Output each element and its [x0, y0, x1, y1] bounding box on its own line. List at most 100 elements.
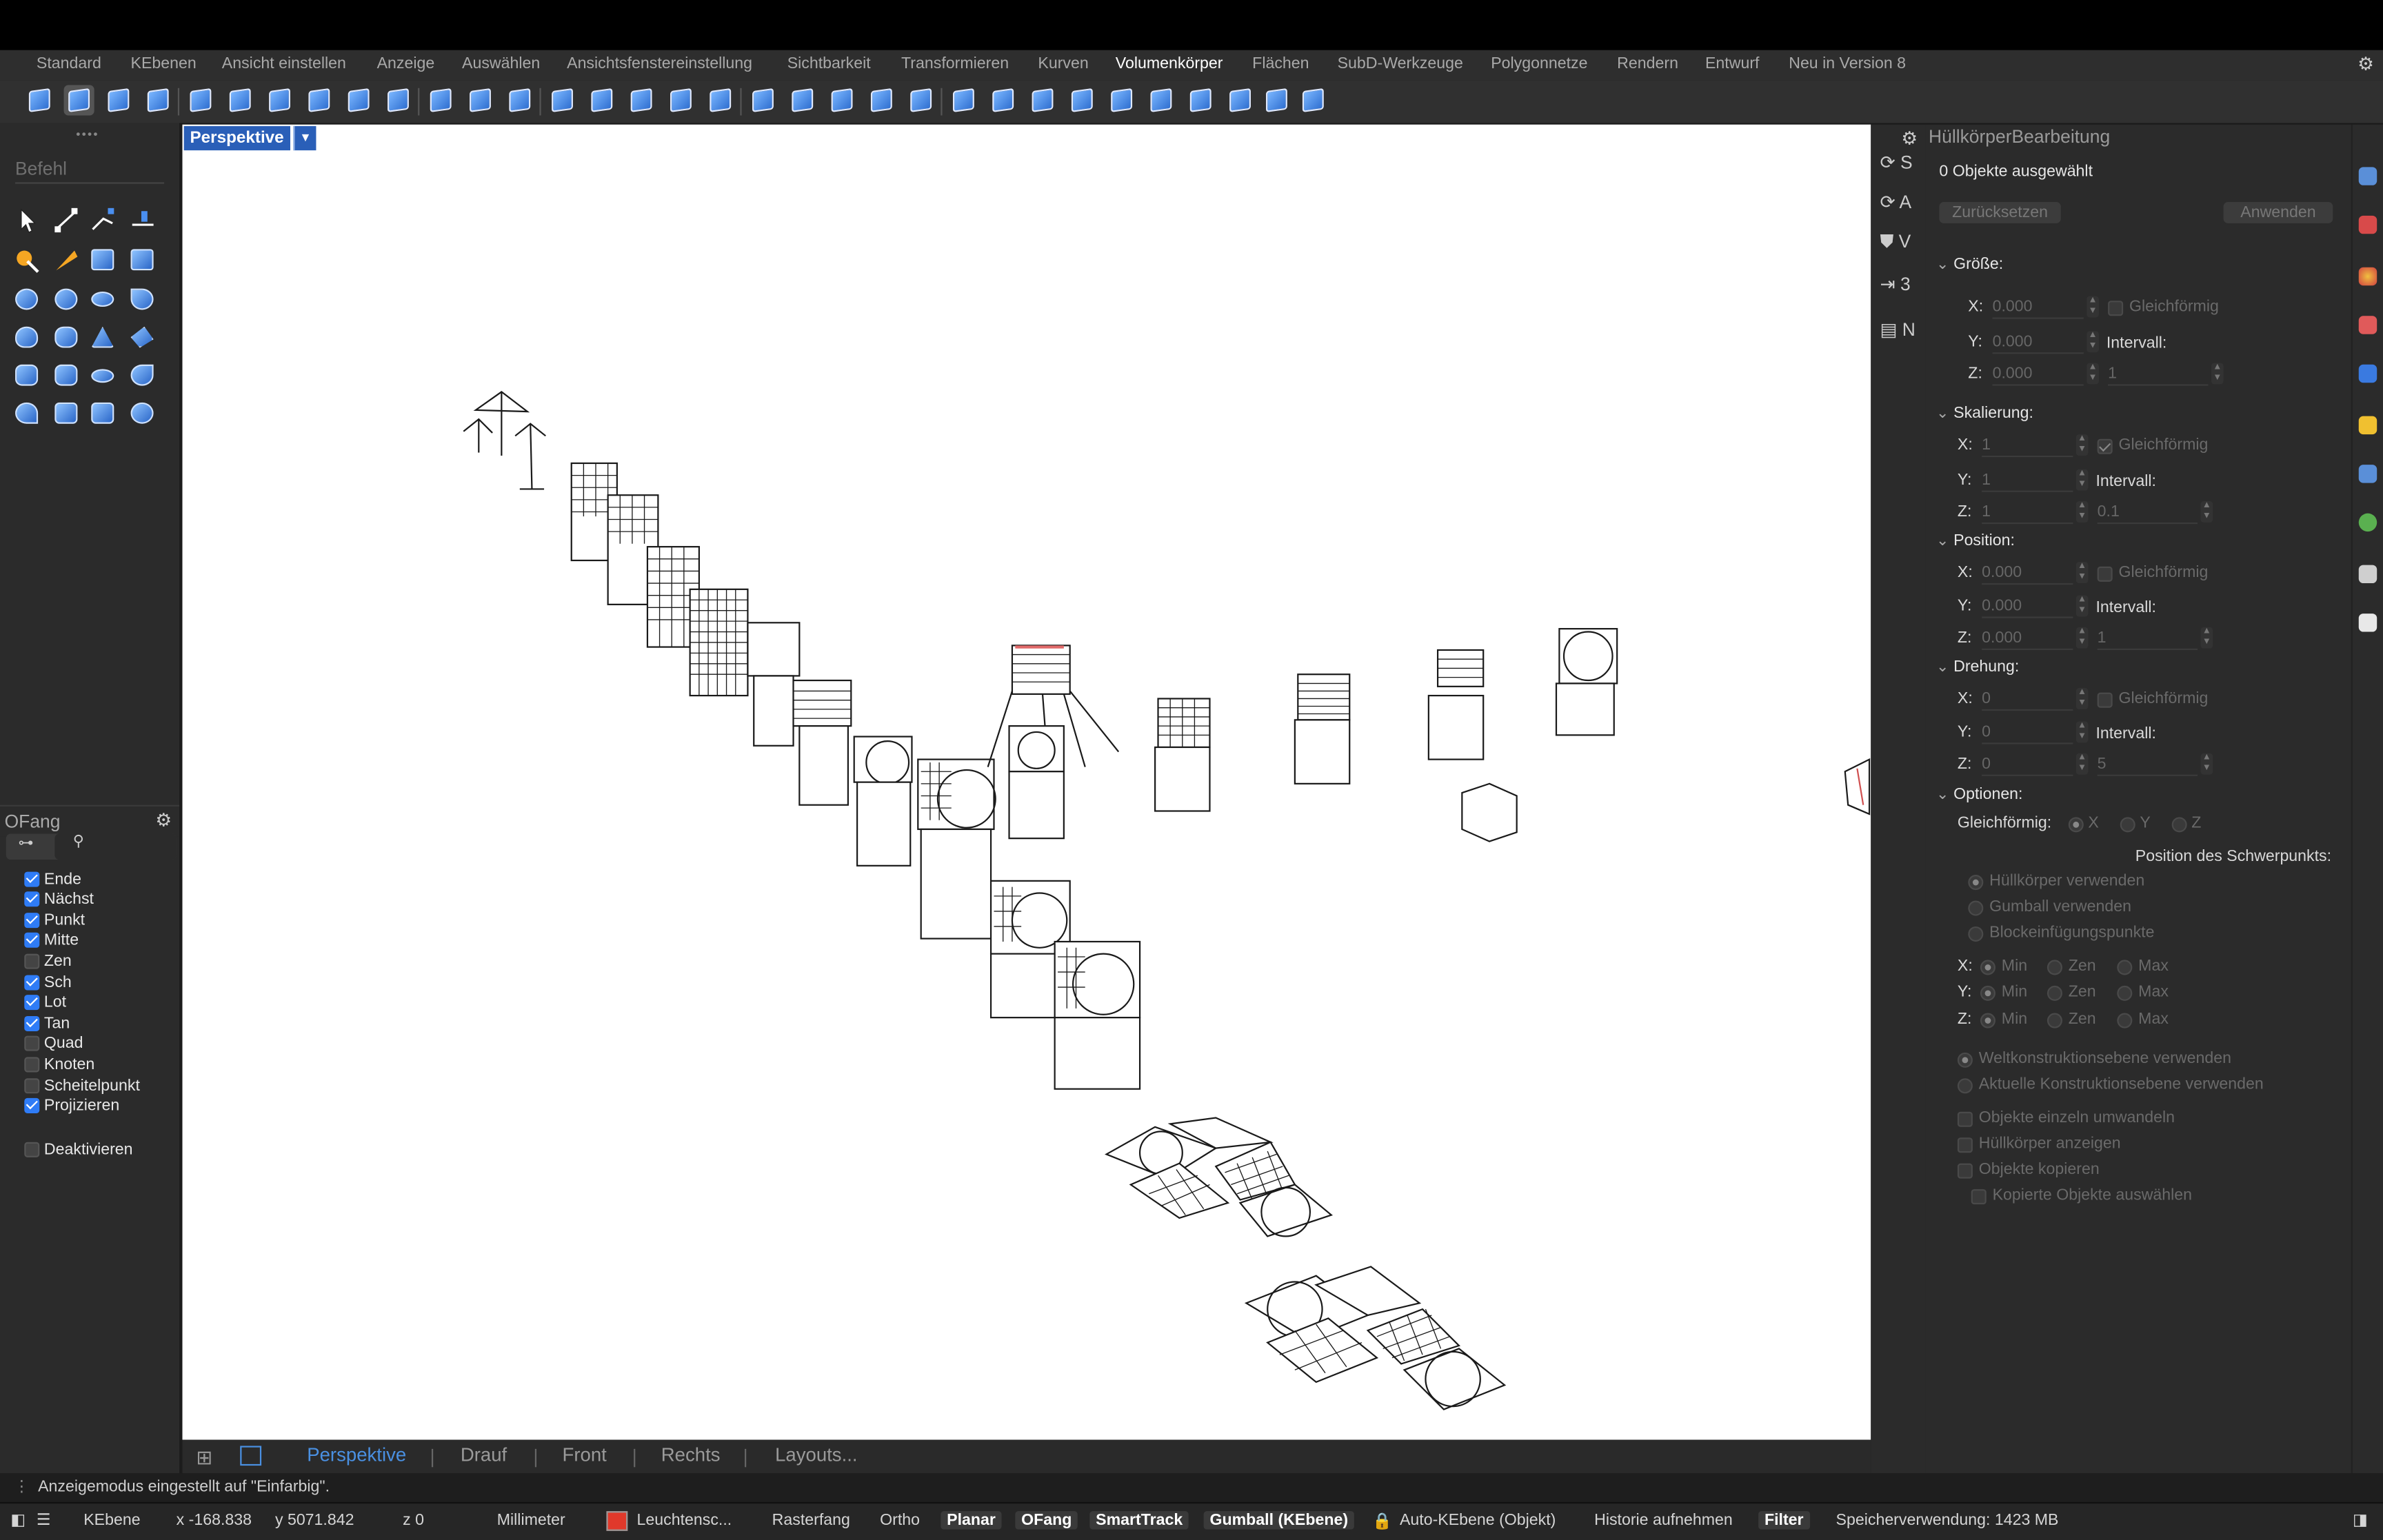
slab-icon[interactable] — [1107, 85, 1137, 115]
tab-ansicht-einstellen[interactable]: Ansicht einstellen — [222, 54, 346, 72]
stepper-icon[interactable]: ▲ ▼ — [2200, 501, 2213, 523]
stepper-icon[interactable]: ▲ ▼ — [2075, 595, 2089, 617]
lights-icon[interactable] — [2358, 416, 2377, 435]
tab-kurven[interactable]: Kurven — [1038, 54, 1088, 72]
tab-layouts[interactable]: Layouts... — [775, 1444, 857, 1466]
tab-rendern[interactable]: Rendern — [1617, 54, 1678, 72]
scale-x-field[interactable]: 1 — [1982, 434, 2073, 458]
materials-icon[interactable] — [2358, 267, 2377, 286]
display-icon[interactable] — [2358, 565, 2377, 584]
panel-toggle-icon[interactable]: ◧ — [10, 1511, 26, 1529]
position-y-field[interactable]: 0.000 — [1982, 596, 2073, 618]
layers-icon[interactable] — [304, 85, 334, 115]
stepper-icon[interactable]: ▲ ▼ — [2075, 721, 2089, 743]
wedge-icon[interactable] — [128, 322, 158, 352]
planar-toggle[interactable]: Planar — [941, 1511, 1002, 1530]
tab-drauf[interactable]: Drauf — [461, 1444, 507, 1466]
centroid-y-min-radio[interactable] — [1980, 985, 1995, 1001]
uniform-x-radio[interactable] — [2068, 817, 2084, 833]
boolean-split-icon[interactable] — [143, 85, 173, 115]
ortho-toggle[interactable]: Ortho — [880, 1511, 920, 1529]
wire-cut-icon[interactable] — [1027, 85, 1058, 115]
move-face-icon[interactable] — [587, 85, 617, 115]
position-uniform-checkbox[interactable] — [2097, 566, 2113, 582]
merge-faces-icon[interactable] — [505, 85, 535, 115]
panel-tab-n[interactable]: ▤ N — [1880, 319, 1915, 341]
size-interval-field[interactable]: 1 — [2108, 363, 2209, 386]
centroid-x-min-radio[interactable] — [1980, 960, 1995, 975]
make-hole-icon[interactable] — [787, 85, 818, 115]
show-bbox-checkbox[interactable] — [1957, 1137, 1973, 1153]
stepper-icon[interactable]: ▲ ▼ — [2087, 331, 2099, 353]
tab-rechts[interactable]: Rechts — [661, 1444, 721, 1466]
centroid-y-max-radio[interactable] — [2117, 985, 2133, 1001]
properties-icon[interactable] — [2358, 167, 2377, 185]
cap-planar-holes-icon[interactable] — [343, 85, 374, 115]
truncated-cone-icon[interactable] — [52, 322, 82, 352]
notes-icon[interactable] — [2358, 614, 2377, 632]
tab-subd-werkzeuge[interactable]: SubD-Werkzeuge — [1338, 54, 1463, 72]
fillet-edge-icon[interactable] — [225, 85, 255, 115]
tab-perspektive[interactable]: Perspektive — [307, 1444, 406, 1466]
position-interval-field[interactable]: 1 — [2097, 627, 2198, 650]
grid-layout-icon[interactable]: ⊞ — [196, 1446, 212, 1470]
perspective-viewport[interactable]: Perspektive ▼ — [182, 124, 1871, 1440]
pipe-curve-icon[interactable] — [12, 398, 43, 428]
panel-tab-3[interactable]: ⇥ 3 — [1880, 274, 1910, 295]
paraboloid-icon[interactable] — [128, 284, 158, 314]
sphere-icon[interactable] — [12, 284, 43, 314]
cone-icon[interactable] — [12, 322, 43, 352]
scale-uniform-checkbox[interactable] — [2097, 438, 2113, 454]
scale-interval-field[interactable]: 0.1 — [2097, 501, 2198, 525]
select-arrow-icon[interactable] — [12, 205, 43, 235]
position-x-field[interactable]: 0.000 — [1982, 562, 2073, 585]
stepper-icon[interactable]: ▲ ▼ — [2211, 363, 2224, 385]
slab-solid-icon[interactable] — [88, 398, 119, 428]
chamfer-edge-icon[interactable] — [265, 85, 295, 115]
panel-toggle-icon[interactable]: ◨ — [2353, 1511, 2368, 1529]
freeform-icon[interactable] — [52, 245, 82, 275]
gear-icon[interactable]: ⚙ — [2357, 53, 2374, 74]
pyramid-icon[interactable] — [88, 322, 119, 352]
centroid-x-zen-radio[interactable] — [2047, 960, 2062, 975]
size-x-field[interactable]: 0.000 — [1992, 296, 2084, 319]
stepper-icon[interactable]: ▲ ▼ — [2075, 469, 2089, 491]
mesh-grid-icon[interactable] — [906, 85, 936, 115]
gear-icon[interactable]: ⚙ — [155, 809, 172, 831]
size-uniform-checkbox[interactable] — [2108, 301, 2124, 316]
filter-toggle[interactable]: Filter — [1758, 1511, 1810, 1530]
layer-color-swatch[interactable] — [606, 1511, 628, 1531]
stepper-icon[interactable]: ▲ ▼ — [2200, 753, 2213, 775]
render-icon[interactable] — [2358, 316, 2377, 334]
tab-neu-in-version-8[interactable]: Neu in Version 8 — [1789, 54, 1906, 72]
extrude-face-icon[interactable] — [547, 85, 577, 115]
tab-polygonnetze[interactable]: Polygonnetze — [1491, 54, 1587, 72]
polyline-icon[interactable] — [88, 205, 119, 235]
stepper-icon[interactable]: ▲ ▼ — [2087, 363, 2099, 385]
current-cplane-radio[interactable] — [1957, 1078, 1973, 1094]
rotation-x-field[interactable]: 0 — [1982, 688, 2073, 711]
stepper-icon[interactable]: ▲ ▼ — [2075, 562, 2089, 584]
rotation-y-field[interactable]: 0 — [1982, 722, 2073, 744]
uniform-y-radio[interactable] — [2120, 817, 2135, 833]
scale-y-field[interactable]: 1 — [1982, 469, 2073, 492]
apply-button[interactable]: Anwenden — [2223, 202, 2333, 223]
size-section-title[interactable]: Größe: — [1936, 255, 2003, 273]
current-layer[interactable]: Leuchtensc... — [637, 1511, 732, 1529]
uniform-z-radio[interactable] — [2171, 817, 2187, 833]
stepper-icon[interactable]: ▲ ▼ — [2075, 434, 2089, 456]
size-y-field[interactable]: 0.000 — [1992, 331, 2084, 354]
named-views-icon[interactable] — [2358, 465, 2377, 483]
use-gumball-radio[interactable] — [1968, 900, 1984, 916]
text-solid-icon[interactable] — [128, 398, 158, 428]
grid-snap-toggle[interactable]: Rasterfang — [772, 1511, 850, 1529]
array-hole-icon[interactable] — [866, 85, 896, 115]
options-section-title[interactable]: Optionen: — [1936, 785, 2022, 803]
boolean-union-icon[interactable] — [24, 85, 54, 115]
tab-flaechen[interactable]: Flächen — [1252, 54, 1309, 72]
line-icon[interactable] — [128, 205, 158, 235]
layers-panel-icon[interactable] — [2358, 215, 2377, 234]
autolayer-toggle[interactable]: Auto-KEbene (Objekt) — [1400, 1511, 1556, 1529]
use-bbox-radio[interactable] — [1968, 875, 1984, 891]
history-toggle[interactable]: Historie aufnehmen — [1594, 1511, 1733, 1529]
